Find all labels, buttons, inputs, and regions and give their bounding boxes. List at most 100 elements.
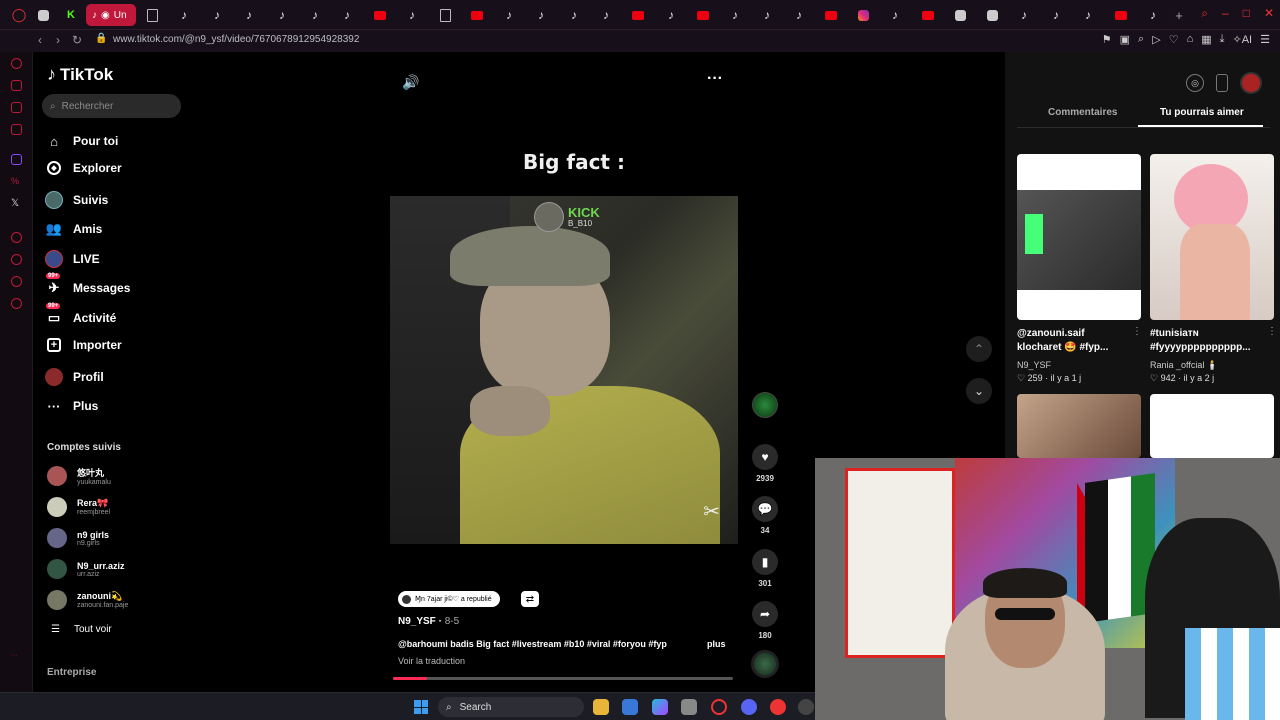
history-icon[interactable] [11, 254, 22, 265]
wallet-icon[interactable]: ⌂ [1187, 33, 1194, 46]
sidebar-app-icon[interactable]: % [11, 176, 22, 187]
sidebar-app-icon[interactable] [11, 80, 22, 91]
card-user[interactable]: N9_YSF [1017, 360, 1051, 370]
nav-plus[interactable]: ··· Plus [45, 397, 99, 415]
doc-tab-icon[interactable] [141, 5, 163, 25]
nav-importer[interactable]: + Importer [45, 338, 122, 352]
sidebar-app-icon[interactable] [11, 276, 22, 287]
tab-comments[interactable]: Commentaires [1048, 107, 1117, 118]
reload-icon[interactable]: ↻ [72, 33, 82, 47]
tiktok-tab-icon[interactable] [788, 5, 810, 25]
opera-logo-icon[interactable]: ◯ [8, 5, 30, 25]
video-progress-bar[interactable] [393, 677, 733, 680]
copilot-icon[interactable] [652, 699, 668, 715]
youtube-tab-icon[interactable] [369, 5, 391, 25]
tab-icon[interactable] [981, 5, 1003, 25]
tiktok-tab-icon[interactable] [595, 5, 617, 25]
save-button[interactable]: ▮ 301 [752, 549, 778, 588]
settings-icon[interactable] [11, 298, 22, 309]
file-explorer-icon[interactable] [593, 699, 609, 715]
menu-icon[interactable]: ☰ [1260, 33, 1270, 46]
heart-icon[interactable]: ♡ [1169, 33, 1179, 46]
search-tabs-icon[interactable]: ⌕ [1201, 6, 1208, 21]
app-icon[interactable] [798, 699, 814, 715]
tiktok-tab-icon[interactable] [336, 5, 358, 25]
followed-account[interactable]: Rera🎀 reemjbreel [47, 497, 110, 517]
see-all-button[interactable]: ☰ Tout voir [51, 624, 112, 635]
repost-badge[interactable]: Ɱn 7ajar ji©♡ a republié [398, 591, 500, 607]
tiktok-tab-icon[interactable] [530, 5, 552, 25]
more-link[interactable]: plus [707, 639, 726, 649]
forward-icon[interactable]: › [56, 33, 60, 47]
sidebar-app-icon[interactable] [11, 124, 22, 135]
nav-messages[interactable]: ✈ 99+ Messages [45, 273, 130, 297]
nav-amis[interactable]: 👥 Amis [45, 220, 102, 238]
previous-video-button[interactable]: ⌃ [966, 336, 992, 362]
sidebar-app-icon[interactable] [11, 102, 22, 113]
tiktok-tab-icon[interactable] [1045, 5, 1067, 25]
opera-icon[interactable] [711, 699, 727, 715]
nav-profil[interactable]: Profil [45, 368, 104, 386]
active-tab[interactable]: ♪ ◉ Un [86, 4, 136, 26]
volume-icon[interactable]: 🔊 [402, 74, 419, 91]
close-icon[interactable]: ✕ [1264, 6, 1274, 21]
twitch-icon[interactable] [11, 154, 22, 165]
messenger-icon[interactable] [11, 58, 22, 69]
nav-pour-toi[interactable]: ⌂ Pour toi [45, 132, 118, 150]
store-icon[interactable] [622, 699, 638, 715]
windows-start-icon[interactable] [414, 700, 428, 714]
bookmark-icon[interactable]: ⚑ [1102, 33, 1112, 46]
tiktok-tab-icon[interactable] [401, 5, 423, 25]
sidebar-more-icon[interactable]: ··· [11, 652, 22, 663]
tab-search-icon[interactable]: ⌕ [1138, 33, 1144, 46]
tiktok-tab-icon[interactable] [563, 5, 585, 25]
device-icon[interactable] [1216, 74, 1228, 92]
tiktok-tab-icon[interactable] [498, 5, 520, 25]
video-author[interactable]: N9_YSF · 8-5 [398, 616, 459, 627]
tab-icon[interactable] [32, 5, 54, 25]
youtube-tab-icon[interactable] [466, 5, 488, 25]
youtube-tab-icon[interactable] [917, 5, 939, 25]
tiktok-tab-icon[interactable] [238, 5, 260, 25]
tiktok-tab-icon[interactable] [756, 5, 778, 25]
new-tab-plus-icon[interactable]: + [1168, 5, 1190, 25]
compass-icon[interactable]: ◎ [1186, 74, 1204, 92]
tiktok-tab-icon[interactable] [724, 5, 746, 25]
tiktok-tab-icon[interactable] [304, 5, 326, 25]
tiktok-logo[interactable]: ♪ TikTok [47, 64, 113, 85]
nav-activite[interactable]: ▭ 99+ Activité [45, 303, 116, 327]
share-button[interactable]: ➦ 180 [752, 601, 778, 640]
aria-ai-icon[interactable]: ✧AI [1233, 33, 1253, 46]
youtube-tab-icon[interactable] [692, 5, 714, 25]
tiktok-tab-icon[interactable] [884, 5, 906, 25]
avatar[interactable] [1240, 72, 1262, 94]
more-options-icon[interactable]: ··· [707, 70, 723, 88]
tab-you-may-like[interactable]: Tu pourrais aimer [1160, 107, 1244, 118]
doc-tab-icon[interactable] [434, 5, 456, 25]
like-button[interactable]: ♥ 2939 [752, 444, 778, 483]
tiktok-tab-icon[interactable] [1013, 5, 1035, 25]
tiktok-tab-icon[interactable] [206, 5, 228, 25]
followed-account[interactable]: N9_urr.aziz urr.aziz [47, 559, 125, 579]
recommended-video-thumb[interactable] [1017, 394, 1141, 458]
repost-icon[interactable]: ⇄ [521, 591, 539, 607]
creator-avatar[interactable] [752, 392, 778, 418]
tiktok-tab-icon[interactable] [660, 5, 682, 25]
search-input[interactable]: ⌕ Rechercher [42, 94, 181, 118]
recommended-video-thumb[interactable] [1150, 154, 1274, 320]
followed-account[interactable]: 悠叶丸 yuukamalu [47, 466, 111, 486]
instagram-tab-icon[interactable] [852, 5, 874, 25]
card-menu-icon[interactable]: ⋮ [1132, 326, 1142, 337]
tiktok-tab-icon[interactable] [1142, 5, 1164, 25]
snapshot-icon[interactable]: ▣ [1120, 33, 1130, 46]
youtube-tab-icon[interactable] [820, 5, 842, 25]
translate-link[interactable]: Voir la traduction [398, 656, 465, 666]
recommended-video-thumb[interactable] [1150, 394, 1274, 458]
taskbar-search[interactable]: ⌕ Search [438, 697, 584, 717]
x-icon[interactable]: 𝕏 [11, 198, 22, 209]
app-icon[interactable] [770, 699, 786, 715]
followed-account[interactable]: zanouni💫 zanouni.fan.paje [47, 590, 128, 610]
minimize-icon[interactable]: – [1222, 6, 1229, 21]
tiktok-tab-icon[interactable] [1077, 5, 1099, 25]
card-user[interactable]: Rania _offcial 🕯️ [1150, 360, 1218, 371]
